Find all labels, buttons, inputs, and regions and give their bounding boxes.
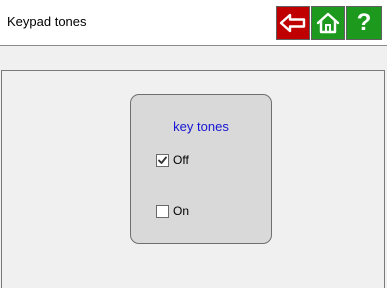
title-bar: Keypad tones ? bbox=[0, 0, 387, 46]
home-button[interactable] bbox=[311, 6, 345, 40]
page-title: Keypad tones bbox=[7, 14, 87, 29]
off-checkbox[interactable] bbox=[156, 153, 169, 167]
home-icon bbox=[316, 12, 340, 34]
sub-header-bar bbox=[0, 46, 387, 70]
option-off[interactable]: Off bbox=[156, 153, 189, 167]
back-arrow-icon bbox=[279, 13, 306, 33]
on-label: On bbox=[173, 204, 190, 218]
option-on[interactable]: On bbox=[156, 204, 189, 218]
help-icon: ? bbox=[356, 9, 372, 36]
checkmark-icon bbox=[158, 156, 167, 164]
panel-title: key tones bbox=[173, 119, 229, 134]
off-label: Off bbox=[173, 153, 189, 167]
on-checkbox[interactable] bbox=[156, 204, 169, 218]
back-button[interactable] bbox=[276, 6, 310, 40]
key-tones-panel: key tones Off On bbox=[130, 94, 272, 244]
help-button[interactable]: ? bbox=[346, 6, 382, 40]
